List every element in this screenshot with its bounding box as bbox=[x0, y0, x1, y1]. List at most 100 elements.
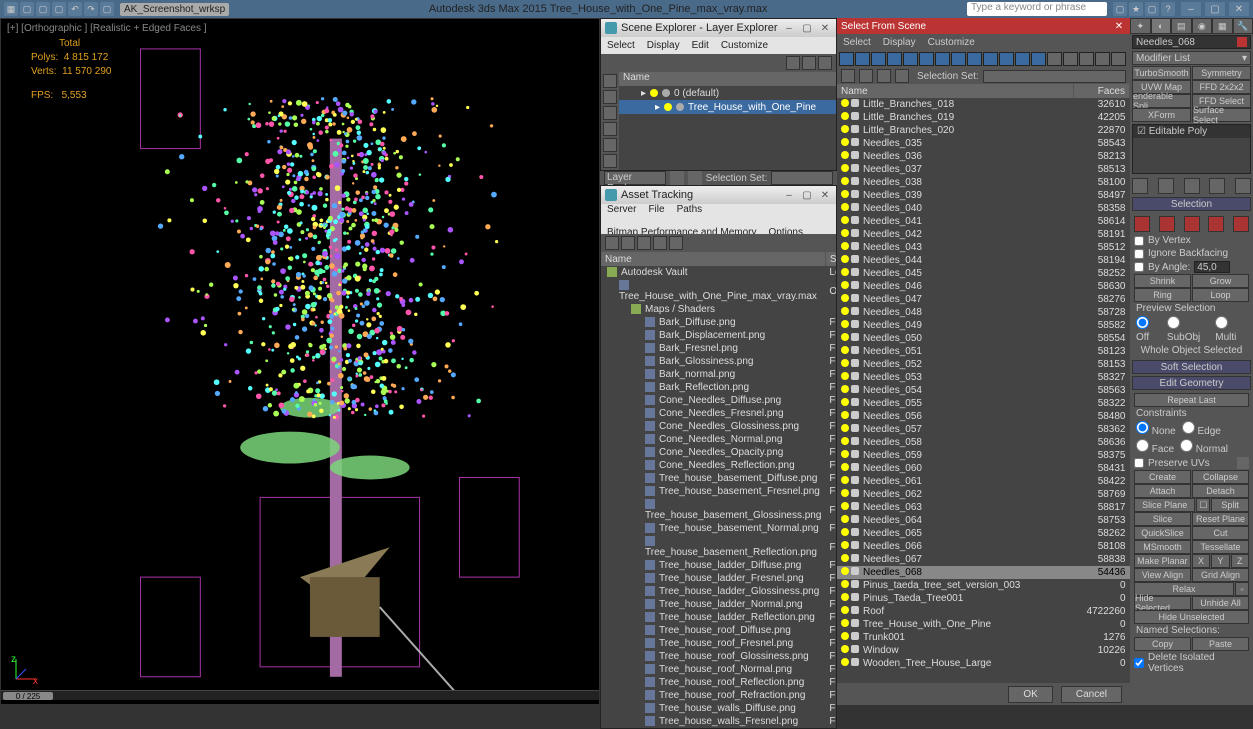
asset-row[interactable]: Tree_house_ladder_Reflection.pngFound bbox=[601, 611, 836, 624]
cut-button[interactable]: Cut bbox=[1192, 526, 1249, 540]
tool-icon[interactable] bbox=[895, 69, 909, 83]
constraint-face-radio[interactable] bbox=[1136, 439, 1149, 452]
preserve-uvs-checkbox[interactable] bbox=[1134, 458, 1144, 468]
vertex-icon[interactable] bbox=[1134, 216, 1150, 232]
scene-row[interactable]: Needles_04558252 bbox=[837, 267, 1130, 280]
scene-row[interactable]: Needles_04458194 bbox=[837, 254, 1130, 267]
scene-row[interactable]: Needles_05858636 bbox=[837, 436, 1130, 449]
tab-display-icon[interactable]: ▦ bbox=[1212, 18, 1233, 34]
asset-row[interactable]: Tree_house_ladder_Glossiness.pngFound bbox=[601, 585, 836, 598]
constraint-none-radio[interactable] bbox=[1136, 421, 1149, 434]
filter-icon[interactable] bbox=[1063, 52, 1078, 66]
tool-icon[interactable] bbox=[877, 69, 891, 83]
asset-row[interactable]: Tree_house_ladder_Fresnel.pngFound bbox=[601, 572, 836, 585]
scene-row[interactable]: Needles_04358512 bbox=[837, 241, 1130, 254]
modifier-button[interactable]: FFD 2x2x2 bbox=[1192, 80, 1251, 94]
soft-selection-rollout-header[interactable]: Soft Selection bbox=[1132, 360, 1251, 374]
scene-row[interactable]: Needles_06258769 bbox=[837, 488, 1130, 501]
scene-row[interactable]: Needles_05658480 bbox=[837, 410, 1130, 423]
open-icon[interactable]: ▢ bbox=[36, 2, 50, 16]
angle-spinner[interactable]: 45,0 bbox=[1194, 261, 1230, 273]
menu-item[interactable]: Customize bbox=[928, 37, 975, 48]
filter-icon[interactable] bbox=[603, 74, 617, 88]
constraint-normal-radio[interactable] bbox=[1180, 439, 1193, 452]
relax-settings-icon[interactable]: ▫ bbox=[1235, 582, 1249, 596]
modifier-button[interactable]: XForm bbox=[1132, 108, 1191, 122]
scene-row[interactable]: Needles_05458563 bbox=[837, 384, 1130, 397]
star-icon[interactable]: ★ bbox=[1129, 2, 1143, 16]
undo-icon[interactable]: ↶ bbox=[68, 2, 82, 16]
asset-row[interactable]: Tree_house_basement_Reflection.pngFound bbox=[601, 535, 836, 559]
minimize-button[interactable]: – bbox=[1181, 2, 1201, 16]
help-icon[interactable]: ? bbox=[1161, 2, 1175, 16]
asset-row[interactable]: Bark_Glossiness.pngFound bbox=[601, 355, 836, 368]
unhide-all-button[interactable]: Unhide All bbox=[1192, 596, 1249, 610]
close-icon[interactable]: ✕ bbox=[818, 21, 832, 35]
scene-row[interactable]: Needles_03558543 bbox=[837, 137, 1130, 150]
asset-row[interactable]: Cone_Needles_Opacity.pngFound bbox=[601, 446, 836, 459]
tool-icon[interactable] bbox=[841, 69, 855, 83]
quickslice-button[interactable]: QuickSlice bbox=[1134, 526, 1191, 540]
filter-icon[interactable] bbox=[603, 138, 617, 152]
modifier-stack[interactable]: Editable Poly bbox=[1132, 124, 1251, 174]
tab-utilities-icon[interactable]: 🔧 bbox=[1233, 18, 1253, 34]
shrink-button[interactable]: Shrink bbox=[1134, 274, 1191, 288]
scene-row[interactable]: Little_Branches_01942205 bbox=[837, 111, 1130, 124]
filter-icon[interactable] bbox=[1047, 52, 1062, 66]
filter-icon[interactable] bbox=[983, 52, 998, 66]
scene-row[interactable]: Needles_06758838 bbox=[837, 553, 1130, 566]
scene-row[interactable]: Pinus_taeda_tree_set_version_0030 bbox=[837, 579, 1130, 592]
modifier-button[interactable]: enderable Spli bbox=[1132, 94, 1191, 108]
scene-row[interactable]: Needles_06658108 bbox=[837, 540, 1130, 553]
asset-row[interactable]: Tree_house_walls_Diffuse.pngFound bbox=[601, 702, 836, 715]
modifier-button[interactable]: Surface Select bbox=[1192, 108, 1251, 122]
scene-row[interactable]: Needles_04058358 bbox=[837, 202, 1130, 215]
tool-icon[interactable] bbox=[669, 236, 683, 250]
modifier-button[interactable]: TurboSmooth bbox=[1132, 66, 1191, 80]
filter-icon[interactable] bbox=[951, 52, 966, 66]
tool-icon[interactable] bbox=[653, 236, 667, 250]
viewport[interactable]: [+] [Orthographic ] [Realistic + Edged F… bbox=[0, 18, 600, 705]
asset-row[interactable]: Cone_Needles_Glossiness.pngFound bbox=[601, 420, 836, 433]
asset-row[interactable]: Autodesk VaultLogged bbox=[601, 266, 836, 279]
link-icon[interactable]: ▢ bbox=[100, 2, 114, 16]
col-faces[interactable]: Faces bbox=[1074, 84, 1130, 98]
show-icon[interactable] bbox=[1158, 178, 1174, 194]
scene-row[interactable]: Needles_03658213 bbox=[837, 150, 1130, 163]
scene-row[interactable]: Needles_03858100 bbox=[837, 176, 1130, 189]
tool-icon[interactable] bbox=[637, 236, 651, 250]
asset-row[interactable]: Tree_house_ladder_Diffuse.pngFound bbox=[601, 559, 836, 572]
ok-button[interactable]: OK bbox=[1008, 686, 1052, 703]
scene-row[interactable]: Needles_05558322 bbox=[837, 397, 1130, 410]
asset-row[interactable]: Tree_house_roof_Diffuse.pngFound bbox=[601, 624, 836, 637]
minimize-icon[interactable]: – bbox=[782, 21, 796, 35]
filter-icon[interactable] bbox=[999, 52, 1014, 66]
maximize-button[interactable]: ▢ bbox=[1205, 2, 1225, 16]
asset-row[interactable]: Cone_Needles_Normal.pngFound bbox=[601, 433, 836, 446]
tree-row[interactable]: ▸0 (default) bbox=[619, 86, 836, 100]
grow-button[interactable]: Grow bbox=[1192, 274, 1249, 288]
remove-icon[interactable] bbox=[1209, 178, 1225, 194]
info-icon[interactable]: ▢ bbox=[1113, 2, 1127, 16]
tessellate-button[interactable]: Tessellate bbox=[1192, 540, 1249, 554]
scene-row[interactable]: Needles_03958497 bbox=[837, 189, 1130, 202]
filter-icon[interactable] bbox=[1079, 52, 1094, 66]
col-name[interactable]: Name bbox=[837, 84, 1074, 98]
help-search-input[interactable]: Type a keyword or phrase bbox=[967, 2, 1107, 16]
scene-row[interactable]: Needles_04858728 bbox=[837, 306, 1130, 319]
planar-y-button[interactable]: Y bbox=[1211, 554, 1229, 568]
asset-row[interactable]: Tree_house_roof_Refraction.pngFound bbox=[601, 689, 836, 702]
redo-icon[interactable]: ↷ bbox=[84, 2, 98, 16]
filter-icon[interactable] bbox=[603, 90, 617, 104]
filter-icon[interactable] bbox=[919, 52, 934, 66]
asset-row[interactable]: Cone_Needles_Diffuse.pngFound bbox=[601, 394, 836, 407]
scene-row[interactable]: Needles_06358817 bbox=[837, 501, 1130, 514]
edge-icon[interactable] bbox=[1159, 216, 1175, 232]
pin-icon[interactable] bbox=[1132, 178, 1148, 194]
tab-hierarchy-icon[interactable]: ▤ bbox=[1171, 18, 1192, 34]
tool-icon[interactable] bbox=[670, 171, 684, 185]
menu-item[interactable]: Edit bbox=[692, 40, 709, 51]
preview-subobj-radio[interactable] bbox=[1167, 316, 1180, 329]
scene-row[interactable]: Needles_05158123 bbox=[837, 345, 1130, 358]
viewport-canvas[interactable] bbox=[1, 19, 599, 704]
